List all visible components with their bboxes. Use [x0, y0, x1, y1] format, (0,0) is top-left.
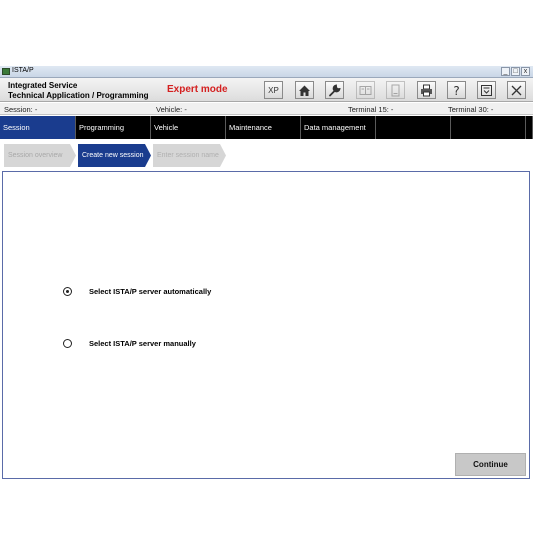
- terminal30-info: Terminal 30: -: [448, 105, 494, 114]
- subtab-create-new-session[interactable]: Create new session: [78, 144, 151, 167]
- home-icon: [299, 85, 310, 96]
- document-icon: [391, 84, 400, 96]
- app-name: Integrated Service Technical Application…: [8, 81, 148, 100]
- tab-empty-2: [451, 116, 526, 139]
- radio-manual-server[interactable]: [63, 339, 72, 348]
- title-bar[interactable]: ISTA/P _ □ x: [0, 66, 533, 78]
- print-button[interactable]: [417, 81, 436, 99]
- option-auto-server[interactable]: Select ISTA/P server automatically: [63, 287, 211, 296]
- tab-programming[interactable]: Programming: [76, 116, 151, 139]
- minimize-window-icon: [481, 84, 492, 96]
- option-manual-server[interactable]: Select ISTA/P server manually: [63, 339, 196, 348]
- wrench-icon: [329, 83, 341, 96]
- tab-empty-1: [376, 116, 451, 139]
- status-info-bar: Session: - Vehicle: - Terminal 15: - Ter…: [0, 103, 533, 115]
- option-manual-server-label: Select ISTA/P server manually: [89, 339, 196, 348]
- mode-indicator: Expert mode: [167, 84, 228, 95]
- app-icon: [2, 68, 10, 75]
- compare-button[interactable]: [356, 81, 375, 99]
- service-button[interactable]: [325, 81, 344, 99]
- tab-data-management[interactable]: Data management: [301, 116, 376, 139]
- exit-button[interactable]: [507, 81, 526, 99]
- main-nav: Session Programming Vehicle Maintenance …: [0, 116, 533, 139]
- close-icon: [511, 85, 522, 95]
- app-name-line2: Technical Application / Programming: [8, 90, 149, 100]
- terminal15-info: Terminal 15: -: [348, 105, 394, 114]
- app-name-line1: Integrated Service: [8, 81, 78, 90]
- option-auto-server-label: Select ISTA/P server automatically: [89, 287, 212, 296]
- content-panel: Select ISTA/P server automatically Selec…: [2, 171, 530, 479]
- printer-icon: [421, 84, 432, 96]
- subtab-session-overview[interactable]: Session overview: [4, 144, 76, 167]
- window-title: ISTA/P: [12, 67, 34, 74]
- app-header: Integrated Service Technical Application…: [0, 78, 533, 102]
- minimize-app-button[interactable]: [477, 81, 496, 99]
- document-button[interactable]: [386, 81, 405, 99]
- tab-empty-3: [526, 116, 533, 139]
- tab-vehicle[interactable]: Vehicle: [151, 116, 226, 139]
- close-window-button[interactable]: x: [521, 67, 530, 76]
- svg-text:?: ?: [453, 84, 459, 97]
- continue-button[interactable]: Continue: [455, 453, 526, 476]
- vehicle-info: Vehicle: -: [156, 105, 187, 114]
- maximize-button[interactable]: □: [511, 67, 520, 76]
- tab-session[interactable]: Session: [0, 116, 76, 139]
- session-info: Session: -: [4, 105, 38, 114]
- tab-maintenance[interactable]: Maintenance: [226, 116, 301, 139]
- help-icon: ?: [453, 84, 459, 97]
- ista-window: ISTA/P _ □ x Integrated Service Technica…: [0, 66, 533, 481]
- subtab-enter-session-name: Enter session name: [153, 144, 226, 167]
- home-button[interactable]: [295, 81, 314, 99]
- compare-icon: [359, 85, 372, 95]
- help-button[interactable]: ?: [447, 81, 466, 99]
- minimize-button[interactable]: _: [501, 67, 510, 76]
- radio-auto-server[interactable]: [63, 287, 72, 296]
- xp-icon: XP: [268, 85, 279, 95]
- xp-button[interactable]: XP: [264, 81, 283, 99]
